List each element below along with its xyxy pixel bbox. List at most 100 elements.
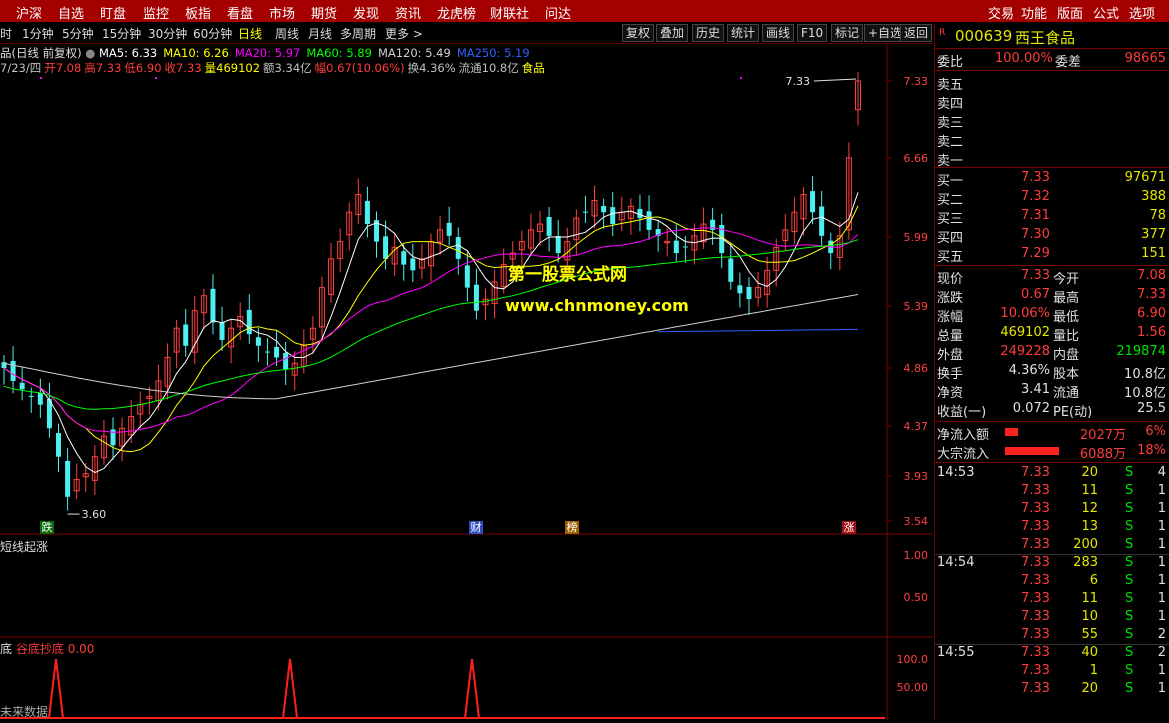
tool-button-0[interactable]: 复权 [622,24,655,42]
top-menu-5[interactable]: 看盘 [227,3,253,22]
tool-button-6[interactable]: 标记 [831,24,864,42]
top-right-menu-4[interactable]: 选项 [1129,3,1155,22]
stat-row-3: 总量 469102 量比 1.56 [935,324,1169,344]
sub1-title: 短线起涨 [0,540,49,554]
period-2[interactable]: 5分钟 [62,25,94,42]
candle-body [546,216,552,236]
candle-body [383,236,389,259]
stat-row-0: 现价 7.33 今开 7.08 [935,267,1169,287]
stat-label-2: 量比 [1053,329,1080,344]
top-right-menu-2[interactable]: 版面 [1057,3,1083,22]
bar-info-legend: 7/23/四 开7.08 高7.33 低6.90 收7.33 量469102 额3.34亿幅… [0,60,548,76]
price-tick-label: 4.86 [904,362,929,375]
tick-price: 7.33 [1021,627,1050,642]
stat-label-2: 流通 [1053,386,1080,401]
legend-toggle-icon[interactable]: ● [85,46,99,60]
kline-chart-area[interactable]: 7.33 6.66 5.99 5.39 4.86 4.37 3.93 3.54 1.00 0.50… [0,44,933,720]
top-menu-7[interactable]: 期货 [311,3,337,22]
period-1[interactable]: 1分钟 [22,25,54,42]
stat-value: 0.072 [1012,401,1050,416]
stat-label-2: 今开 [1053,272,1080,287]
tick-price: 7.33 [1021,681,1050,696]
period-6[interactable]: 日线 [238,25,262,42]
weibi-label: 委比 [937,55,964,70]
tick-row: 7.33 20 S 1 [935,680,1169,698]
candle-body [210,288,216,323]
bar-info-3: 低6.90 [124,61,162,75]
top-menu-6[interactable]: 市场 [269,3,295,22]
top-menu-8[interactable]: 发现 [353,3,379,22]
period-5[interactable]: 60分钟 [193,25,232,42]
tick-time: 14:53 [937,465,975,480]
high-annotation-arrow [813,78,857,82]
flow-bar [1005,447,1059,455]
period-4[interactable]: 30分钟 [148,25,187,42]
weibi-row: 委比 100.00% 委差 98665 [935,50,1169,70]
top-menu-2[interactable]: 盯盘 [100,3,126,22]
candle-body [10,361,16,382]
tick-row: 14:54 7.33 283 S 1 [935,554,1169,572]
top-right-menu-0[interactable]: 交易 [988,3,1014,22]
event-mark-label: 榜 [567,520,578,534]
top-menu-4[interactable]: 板指 [185,3,211,22]
top-menu-12[interactable]: 问达 [545,3,571,22]
stat-row-5: 换手 4.36% 股本 10.8亿 [935,362,1169,382]
tool-button-4[interactable]: 画线 [762,24,795,42]
top-right-menu-3[interactable]: 公式 [1093,3,1119,22]
candle-body [255,337,261,346]
top-dot [155,77,157,79]
stat-value: 4.36% [1008,363,1050,378]
weibi-value: 100.00% [995,51,1053,66]
tick-bs: S [1125,663,1134,678]
tick-count: 4 [1157,465,1166,480]
stat-label: 换手 [937,367,964,382]
tick-row: 7.33 55 S 2 [935,626,1169,644]
buy-level-4: 买五 7.29 151 [935,245,1169,265]
bar-info-4: 收7.33 [164,61,202,75]
candle-body [274,346,280,358]
top-menu-0[interactable]: 沪深 [16,3,42,22]
period-8[interactable]: 月线 [308,25,332,42]
candle-body [219,322,225,340]
period-3[interactable]: 15分钟 [102,25,141,42]
event-mark-2: 榜 [565,520,579,534]
price-tick-label: 5.39 [904,300,929,313]
top-menu-10[interactable]: 龙虎榜 [437,3,476,22]
tick-count: 1 [1157,501,1166,516]
event-mark-0: 跌 [40,520,54,534]
stat-label: 净资 [937,386,964,401]
period-toolbar: 时 1分钟 5分钟 15分钟 30分钟 60分钟 日线 周线 月线 多周期 更多 > 复权 叠加 历史 统计… [0,23,933,44]
stat-row-7: 收益(一) 0.072 PE(动) 25.5 [935,400,1169,420]
period-9[interactable]: 多周期 [340,25,376,42]
tick-bs: S [1125,645,1134,660]
tool-button-2[interactable]: 历史 [692,24,725,42]
candle-body [65,460,71,497]
period-7[interactable]: 周线 [275,25,299,42]
watermark-url: www.chnmoney.com [505,296,689,315]
tick-count: 2 [1157,645,1166,660]
candle-body [473,284,479,311]
tick-bs: S [1125,573,1134,588]
top-menu-9[interactable]: 资讯 [395,3,421,22]
tool-button-3[interactable]: 统计 [727,24,760,42]
top-right-menu-1[interactable]: 功能 [1021,3,1047,22]
sell-level-2: 卖三 [935,111,1169,131]
period-0[interactable]: 时 [0,25,12,42]
top-menu-3[interactable]: 监控 [143,3,169,22]
top-menu-1[interactable]: 自选 [58,3,84,22]
price-tick-label: 6.66 [904,152,929,165]
kline-svg[interactable]: 7.33 6.66 5.99 5.39 4.86 4.37 3.93 3.54 1.00 0.50… [0,44,933,720]
tick-bs: S [1125,501,1134,516]
tool-button-8[interactable]: 返回 [900,24,933,42]
tool-button-1[interactable]: 叠加 [656,24,689,42]
tool-button-5[interactable]: F10 [797,24,828,42]
low-annotation: 3.60 [82,508,107,521]
stat-label: 总量 [937,329,964,344]
flow-pct: 6% [1145,424,1166,439]
period-10[interactable]: 更多 > [385,25,423,42]
tick-volume: 200 [1073,537,1098,552]
tick-bs: S [1125,681,1134,696]
price-tick-label: 4.37 [904,420,929,433]
top-menu-11[interactable]: 财联社 [490,3,529,22]
candle-body [582,211,588,213]
